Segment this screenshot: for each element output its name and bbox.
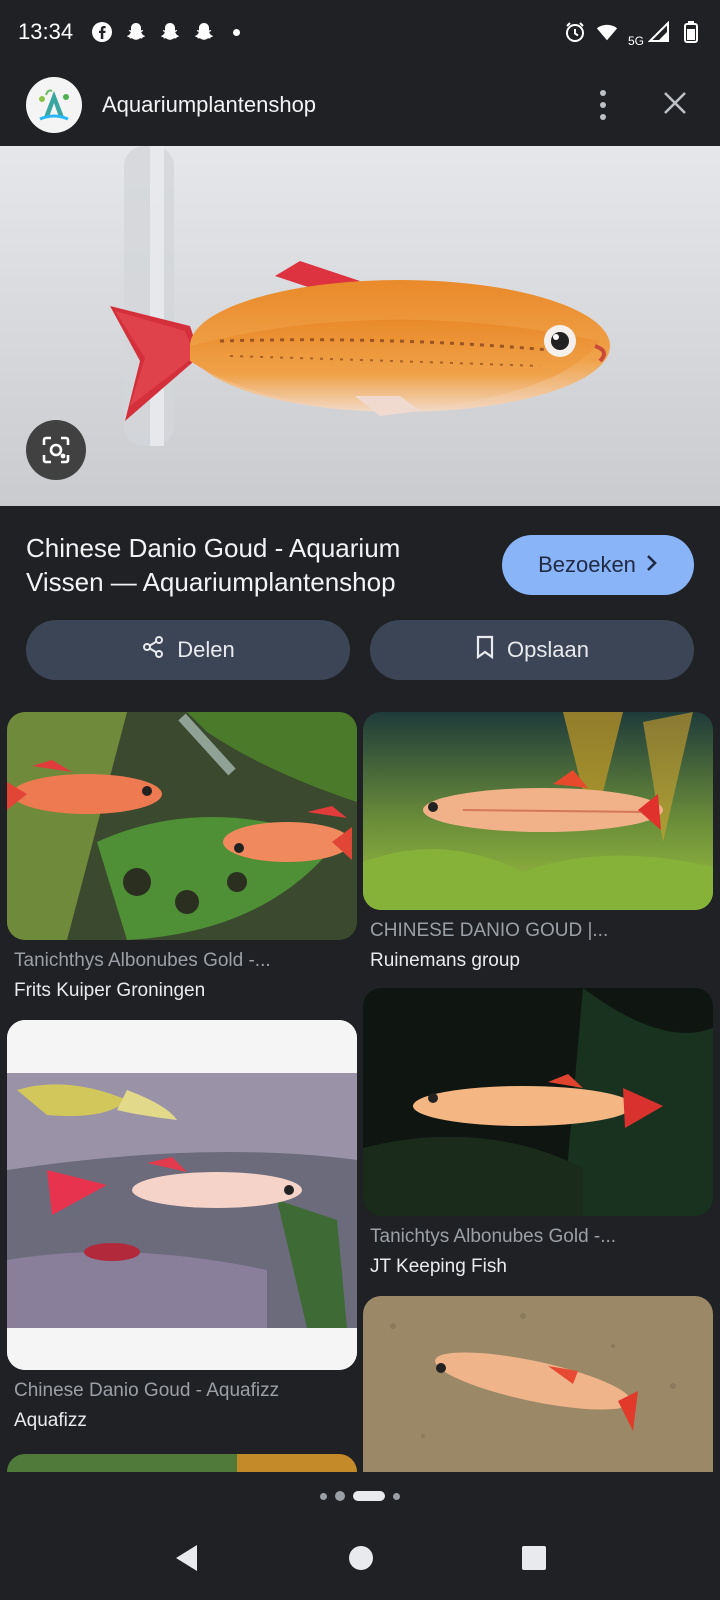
snapchat-icon — [125, 21, 147, 43]
signal-icon — [648, 21, 670, 43]
share-button[interactable]: Delen — [26, 620, 350, 680]
related-source: Ruinemans group — [370, 950, 520, 971]
status-time: 13:34 — [18, 19, 74, 44]
notification-icons — [91, 21, 241, 43]
visit-button[interactable]: Bezoeken — [502, 535, 694, 595]
related-card[interactable]: Tanichtys Albonubes Gold -... JT Keeping… — [363, 988, 713, 1278]
system-nav-bar — [0, 1520, 720, 1600]
related-image[interactable] — [363, 988, 713, 1216]
related-card[interactable] — [7, 1454, 357, 1472]
indicator-dot — [320, 1492, 327, 1500]
site-logo[interactable] — [26, 77, 82, 133]
status-bar: 13:34 5G — [0, 0, 720, 64]
related-source: JT Keeping Fish — [370, 1256, 507, 1277]
indicator-dot-active — [353, 1491, 385, 1501]
main-image[interactable] — [0, 146, 720, 506]
related-title: Chinese Danio Goud - Aquafizz — [14, 1380, 280, 1401]
indicator-dot — [393, 1492, 400, 1500]
battery-icon — [680, 21, 702, 43]
related-image[interactable] — [7, 1454, 357, 1472]
share-label: Delen — [177, 637, 235, 662]
lens-search-button[interactable] — [26, 420, 86, 480]
action-buttons: Delen Opslaan — [26, 620, 694, 680]
result-title-row: Chinese Danio Goud - Aquarium Vissen — A… — [0, 520, 720, 610]
related-card[interactable] — [363, 1296, 713, 1472]
related-card[interactable]: Chinese Danio Goud - Aquafizz Aquafizz — [7, 1020, 357, 1432]
save-label: Opslaan — [507, 637, 589, 662]
related-title: Tanichtys Albonubes Gold -... — [370, 1226, 617, 1247]
related-image[interactable] — [363, 712, 713, 910]
page-indicator — [0, 1491, 720, 1501]
viewer-header: Aquariumplantenshop — [0, 64, 720, 146]
back-icon[interactable] — [173, 1543, 201, 1578]
related-card[interactable]: Tanichthys Albonubes Gold -... Frits Kui… — [7, 712, 357, 1002]
alarm-icon — [564, 21, 586, 43]
more-notifications-dot — [233, 28, 241, 36]
indicator-dot — [335, 1491, 345, 1501]
more-vert-icon[interactable] — [592, 86, 614, 124]
chevron-right-icon — [646, 552, 658, 578]
recents-icon[interactable] — [521, 1545, 547, 1576]
wifi-icon — [596, 21, 618, 43]
related-source: Aquafizz — [14, 1410, 87, 1431]
related-images-grid: Tanichthys Albonubes Gold -... Frits Kui… — [0, 712, 720, 1472]
related-image[interactable] — [7, 1020, 357, 1370]
page-title[interactable]: Chinese Danio Goud - Aquarium Vissen — A… — [26, 531, 456, 599]
related-source: Frits Kuiper Groningen — [14, 980, 206, 1001]
related-image[interactable] — [7, 712, 357, 940]
system-icons: 5G — [564, 16, 702, 48]
related-title: Tanichthys Albonubes Gold -... — [14, 950, 271, 971]
related-image[interactable] — [363, 1296, 713, 1472]
bookmark-icon — [475, 635, 495, 665]
close-icon[interactable] — [662, 90, 688, 121]
related-title: CHINESE DANIO GOUD |... — [370, 920, 609, 941]
snapchat-icon — [159, 21, 181, 43]
related-card[interactable]: CHINESE DANIO GOUD |... Ruinemans group — [363, 712, 713, 972]
network-type: 5G — [627, 34, 644, 48]
home-icon[interactable] — [348, 1545, 374, 1576]
save-button[interactable]: Opslaan — [370, 620, 694, 680]
snapchat-icon — [193, 21, 215, 43]
visit-label: Bezoeken — [538, 552, 636, 577]
site-name[interactable]: Aquariumplantenshop — [102, 92, 316, 118]
facebook-icon — [91, 21, 113, 43]
share-icon — [141, 635, 165, 665]
